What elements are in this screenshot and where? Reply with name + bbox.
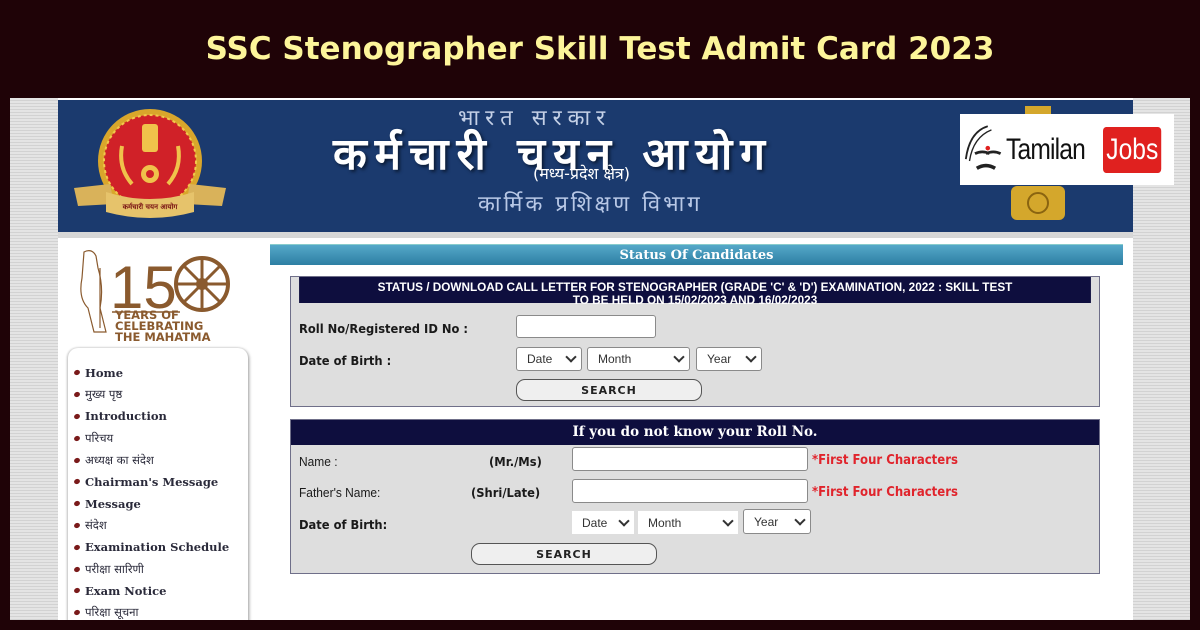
sidebar-item[interactable]: Home (73, 362, 248, 384)
name-input[interactable] (572, 447, 808, 471)
bullet-icon (73, 369, 81, 377)
roll-no-label: Roll No/Registered ID No : (299, 321, 469, 336)
sidebar-item[interactable]: मुख्य पृष्ठ (73, 384, 248, 406)
sidebar-menu: Home मुख्य पृष्ठ Introduction परिचय अध्यक्ष … (68, 348, 248, 620)
banner-department: कार्मिक प्रशिक्षण विभाग (478, 192, 703, 217)
sidebar-item-label: Message (85, 496, 141, 511)
bullet-icon (73, 565, 81, 573)
sidebar-item-label: Introduction (85, 409, 167, 424)
sidebar-item-label: Chairman's Message (85, 474, 219, 489)
sidebar-item[interactable]: Exam Notice (73, 580, 248, 602)
chevron-down-icon (618, 514, 630, 527)
search-button[interactable]: SEARCH (471, 543, 657, 565)
sidebar-item-label: परीक्षा सारिणी (85, 561, 144, 576)
website-screenshot: कर्मचारी चयन आयोग भारत सरकार कर्मचारी चय… (10, 98, 1190, 620)
name-label: Name : (299, 454, 338, 469)
find-roll-no-form: If you do not know your Roll No. Name : … (290, 419, 1100, 574)
sidebar-item[interactable]: अध्यक्ष का संदेश (73, 449, 248, 471)
sidebar-item-label: परिचय (85, 430, 114, 445)
tamilanjobs-watermark: Tamilan Jobs (960, 114, 1174, 185)
gandhi-logo-text: YEARS OF CELEBRATING THE MAHATMA (115, 309, 211, 344)
dob-year-select[interactable]: Year (696, 347, 762, 371)
father-name-prefix: (Shri/Late) (471, 485, 541, 500)
dob-label: Date of Birth: (299, 517, 388, 532)
chevron-down-icon (673, 351, 685, 363)
bullet-icon (73, 434, 81, 442)
dob-label: Date of Birth : (299, 353, 392, 368)
logo-text-jobs: Jobs (1102, 126, 1162, 173)
ssc-emblem-icon: कर्मचारी चयन आयोग (74, 109, 226, 218)
bullet-icon (73, 609, 81, 617)
sidebar-item-label: Examination Schedule (85, 540, 230, 555)
select-value: Year (754, 514, 779, 529)
select-value: Date (527, 352, 553, 366)
search-button[interactable]: SEARCH (516, 379, 702, 401)
bullet-icon (73, 456, 81, 464)
logo-line: THE MAHATMA (115, 330, 211, 344)
dob-month-select[interactable]: Month (638, 511, 738, 534)
call-letter-form-header: STATUS / DOWNLOAD CALL LETTER FOR STENOG… (299, 277, 1091, 307)
logo-text-tamilan: Tamilan (1006, 132, 1086, 166)
select-value: Month (648, 515, 682, 530)
chevron-down-icon (565, 351, 577, 363)
dob-date-select[interactable]: Date (516, 347, 582, 371)
sidebar-item[interactable]: परिचय (73, 427, 248, 449)
poet-face-icon (964, 124, 1002, 170)
sidebar-item[interactable]: Introduction (73, 406, 248, 428)
page-margin-left (10, 98, 58, 620)
select-value: Year (707, 352, 732, 366)
svg-text:कर्मचारी चयन आयोग: कर्मचारी चयन आयोग (122, 202, 179, 211)
sidebar-item-label: Home (85, 365, 124, 380)
sidebar-item-label: परिक्षा सूचना (85, 605, 139, 620)
father-name-hint: *First Four Characters (812, 485, 958, 500)
sidebar-item[interactable]: संदेश (73, 515, 248, 537)
bullet-icon (73, 413, 81, 420)
chevron-down-icon (722, 514, 734, 527)
sidebar-item-label: Exam Notice (85, 583, 167, 598)
bullet-icon (73, 500, 81, 508)
sidebar-item[interactable]: Examination Schedule (73, 536, 248, 558)
bullet-icon (73, 391, 81, 399)
bullet-icon (73, 543, 81, 551)
banner-divider (58, 232, 1133, 238)
name-hint: *First Four Characters (812, 453, 958, 468)
name-prefix: (Mr./Ms) (489, 454, 542, 469)
father-name-label: Father's Name: (299, 485, 381, 500)
sidebar-item-label: अध्यक्ष का संदेश (85, 452, 154, 467)
bullet-icon (73, 587, 81, 595)
bullet-icon (73, 478, 81, 486)
chevron-down-icon (745, 351, 757, 363)
banner-region: (मध्य-प्रदेश क्षेत्र) (533, 164, 630, 183)
select-value: Month (598, 352, 632, 366)
call-letter-form: STATUS / DOWNLOAD CALL LETTER FOR STENOG… (290, 276, 1100, 407)
sidebar-item-label: मुख्य पृष्ठ (85, 387, 123, 402)
sidebar-item[interactable]: Message (73, 493, 248, 515)
sidebar-item[interactable]: परिक्षा सूचना (73, 602, 248, 620)
father-name-input[interactable] (572, 479, 808, 503)
status-of-candidates-header: Status Of Candidates (270, 244, 1123, 265)
sidebar-item[interactable]: परीक्षा सारिणी (73, 558, 248, 580)
chevron-down-icon (794, 513, 806, 526)
roll-no-input[interactable] (516, 315, 656, 338)
article-headline: SSC Stenographer Skill Test Admit Card 2… (205, 30, 995, 67)
select-value: Date (582, 515, 608, 530)
dob-date-select[interactable]: Date (572, 511, 634, 534)
sidebar-item-label: संदेश (85, 517, 107, 532)
bullet-icon (73, 522, 81, 529)
header-line: TO BE HELD ON 15/02/2023 AND 16/02/2023 (572, 293, 818, 307)
dob-month-select[interactable]: Month (587, 347, 690, 371)
sidebar-item[interactable]: Chairman's Message (73, 471, 248, 493)
dob-year-select[interactable]: Year (743, 509, 811, 534)
find-roll-no-header: If you do not know your Roll No. (291, 420, 1099, 445)
